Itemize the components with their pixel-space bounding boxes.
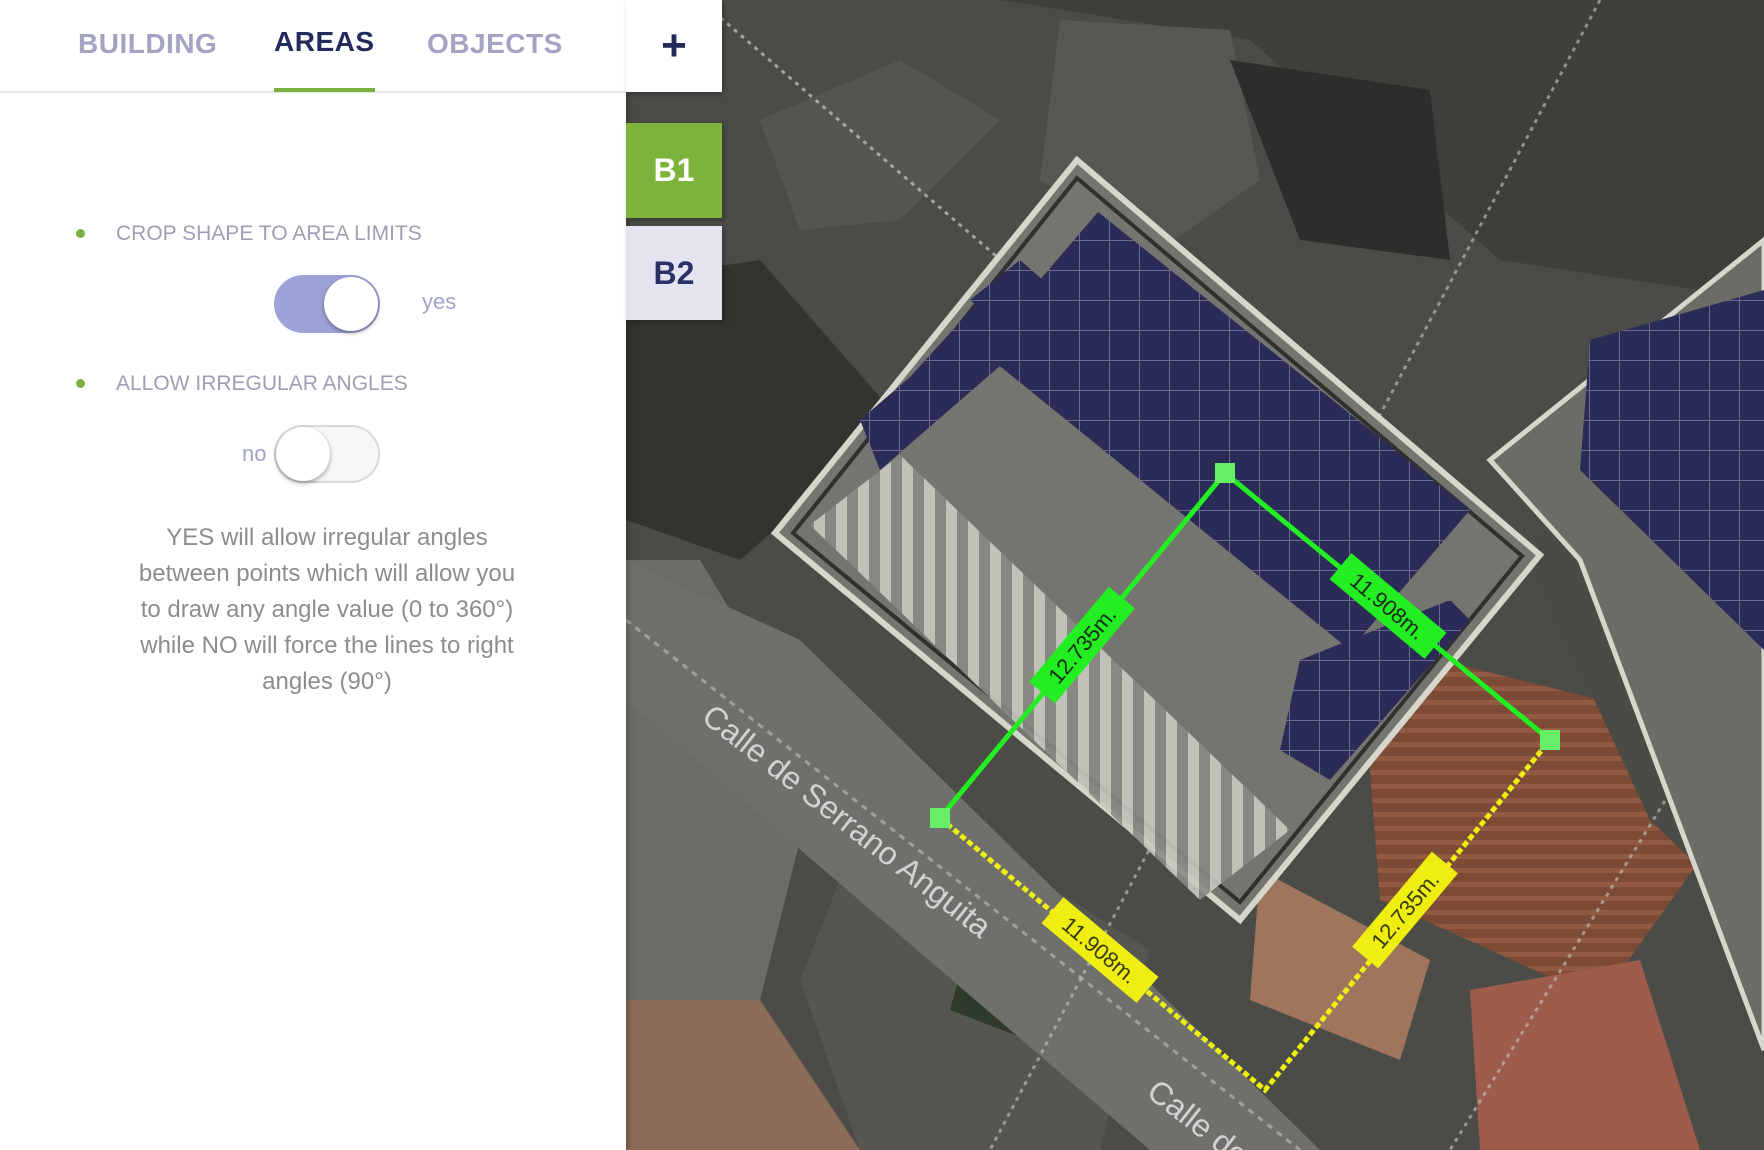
building-b1-button[interactable]: B1 [626, 123, 722, 218]
irregular-angles-help-text: YES will allow irregular angles between … [138, 524, 516, 695]
bullet-dot [76, 379, 85, 388]
tab-building[interactable]: BUILDING [78, 0, 217, 91]
irregular-angles-state: no [242, 441, 267, 466]
tab-bar: BUILDING AREAS OBJECTS [0, 0, 626, 93]
settings-panel: BUILDING AREAS OBJECTS CROP SHAPE TO ARE… [0, 0, 626, 1150]
crop-shape-toggle[interactable] [274, 275, 380, 333]
irregular-angles-toggle[interactable] [274, 425, 380, 483]
tab-areas[interactable]: AREAS [274, 0, 375, 92]
crop-shape-state: yes [422, 289, 457, 314]
building-b2-label: B2 [653, 254, 695, 291]
crop-shape-label: CROP SHAPE TO AREA LIMITS [116, 222, 422, 245]
tab-objects[interactable]: OBJECTS [427, 0, 563, 91]
building-b1-label: B1 [653, 152, 695, 188]
bullet-dot [76, 229, 85, 238]
add-building-button[interactable]: + [626, 0, 722, 92]
irregular-angles-label: ALLOW IRREGULAR ANGLES [116, 372, 408, 395]
building-b2-button[interactable]: B2 [626, 226, 722, 320]
toggle-knob [324, 277, 378, 331]
toggle-knob [276, 427, 330, 481]
plus-icon: + [661, 21, 687, 70]
